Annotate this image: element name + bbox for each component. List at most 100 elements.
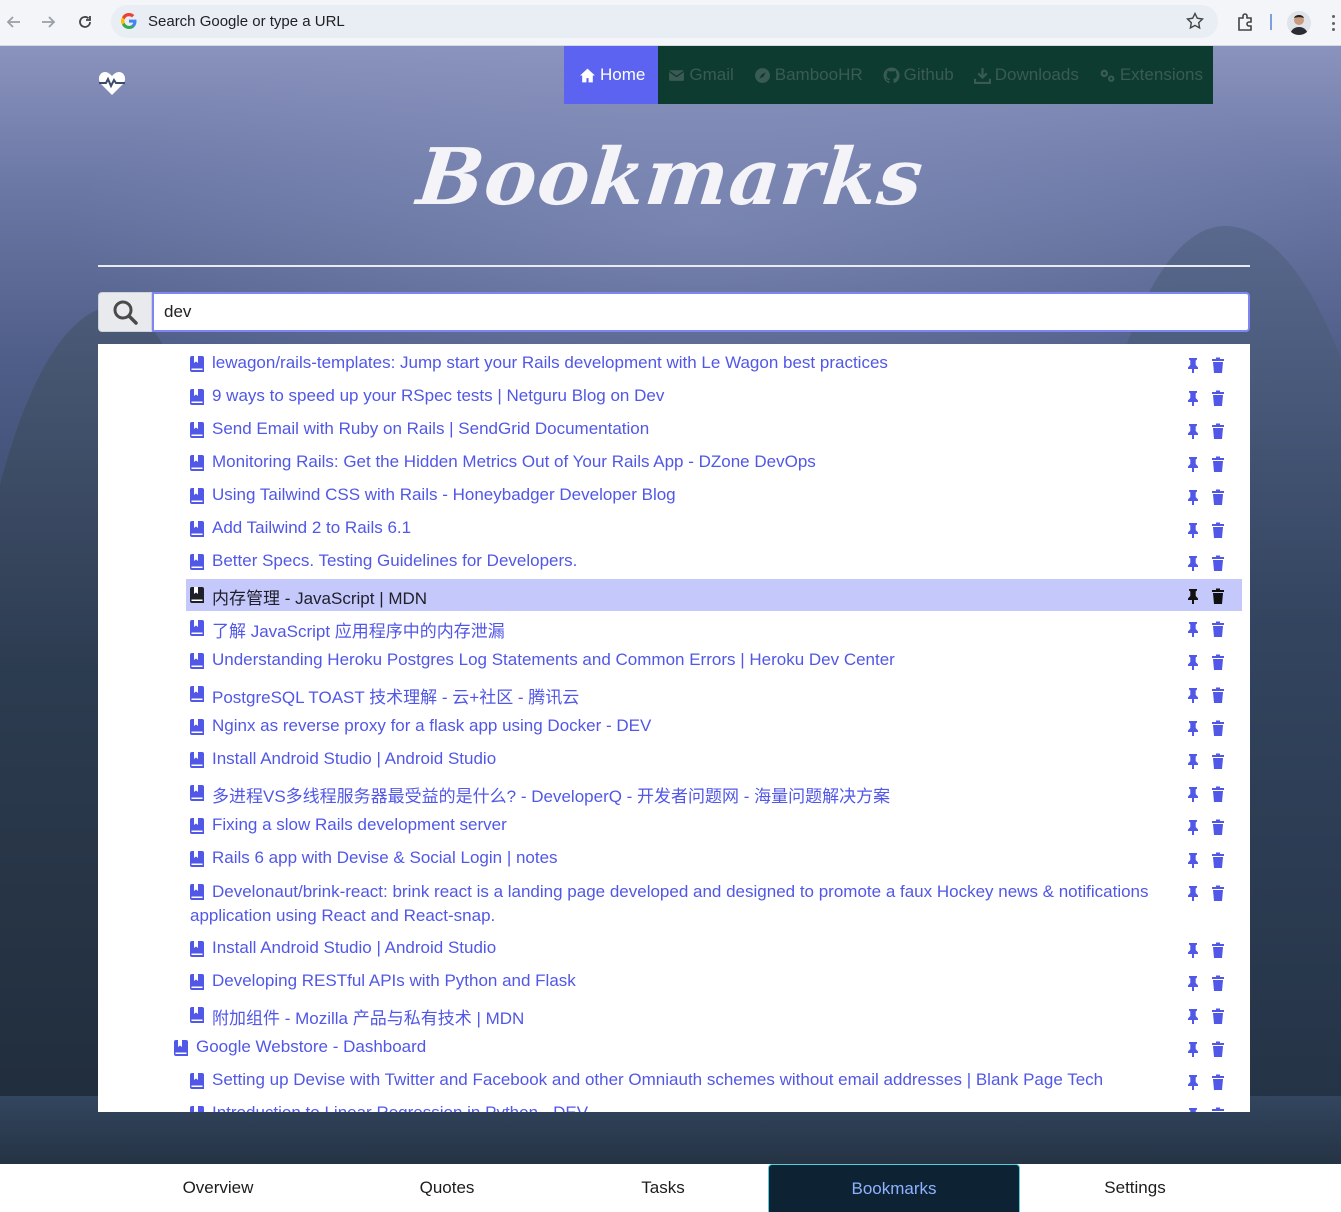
- bookmark-row[interactable]: 9 ways to speed up your RSpec tests | Ne…: [186, 381, 1242, 413]
- heartbeat-logo-icon[interactable]: [98, 70, 126, 96]
- bookmark-row[interactable]: 附加组件 - Mozilla 产品与私有技术 | MDN: [186, 999, 1242, 1031]
- trash-icon[interactable]: [1211, 819, 1225, 835]
- browser-menu-icon[interactable]: [1328, 12, 1338, 34]
- bookmark-link[interactable]: Rails 6 app with Devise & Social Login |…: [212, 848, 558, 868]
- reload-icon[interactable]: [74, 11, 96, 33]
- bookmark-row[interactable]: Understanding Heroku Postgres Log Statem…: [186, 645, 1242, 677]
- bookmark-row[interactable]: Google Webstore - Dashboard: [170, 1032, 1242, 1064]
- bookmark-link[interactable]: Send Email with Ruby on Rails | SendGrid…: [212, 419, 649, 439]
- bookmark-link[interactable]: Add Tailwind 2 to Rails 6.1: [212, 518, 411, 538]
- bookmark-row[interactable]: Using Tailwind CSS with Rails - Honeybad…: [186, 480, 1242, 512]
- bookmark-row[interactable]: Develonaut/brink-react: brink react is a…: [186, 876, 1242, 925]
- trash-icon[interactable]: [1211, 786, 1225, 802]
- tab-overview[interactable]: Overview: [118, 1164, 318, 1212]
- bookmark-star-icon[interactable]: [1186, 12, 1204, 30]
- pin-icon[interactable]: [1186, 1107, 1200, 1112]
- trash-icon[interactable]: [1211, 885, 1225, 901]
- trash-icon[interactable]: [1211, 753, 1225, 769]
- pin-icon[interactable]: [1186, 885, 1200, 901]
- pin-icon[interactable]: [1186, 720, 1200, 736]
- trash-icon[interactable]: [1211, 1041, 1225, 1057]
- bookmark-link[interactable]: Monitoring Rails: Get the Hidden Metrics…: [212, 452, 816, 472]
- tab-bookmarks[interactable]: Bookmarks: [768, 1164, 1020, 1212]
- pin-icon[interactable]: [1186, 975, 1200, 991]
- bookmark-link[interactable]: Using Tailwind CSS with Rails - Honeybad…: [212, 485, 676, 505]
- search-input[interactable]: [152, 292, 1250, 332]
- pin-icon[interactable]: [1186, 819, 1200, 835]
- pin-icon[interactable]: [1186, 357, 1200, 373]
- pin-icon[interactable]: [1186, 753, 1200, 769]
- pin-icon[interactable]: [1186, 588, 1200, 604]
- trash-icon[interactable]: [1211, 357, 1225, 373]
- trash-icon[interactable]: [1211, 489, 1225, 505]
- bookmark-link[interactable]: Understanding Heroku Postgres Log Statem…: [212, 650, 895, 670]
- bookmark-row[interactable]: 内存管理 - JavaScript | MDN: [186, 579, 1242, 611]
- nav-downloads[interactable]: Downloads: [964, 46, 1089, 104]
- bookmark-link[interactable]: Nginx as reverse proxy for a flask app u…: [212, 716, 651, 736]
- trash-icon[interactable]: [1211, 456, 1225, 472]
- bookmark-row[interactable]: Developing RESTful APIs with Python and …: [186, 966, 1242, 998]
- pin-icon[interactable]: [1186, 1074, 1200, 1090]
- bookmark-row[interactable]: lewagon/rails-templates: Jump start your…: [186, 348, 1242, 380]
- bookmark-row[interactable]: Setting up Devise with Twitter and Faceb…: [186, 1065, 1242, 1097]
- bookmark-link[interactable]: 附加组件 - Mozilla 产品与私有技术 | MDN: [212, 1004, 524, 1029]
- forward-icon[interactable]: [37, 11, 59, 33]
- bookmark-link[interactable]: Fixing a slow Rails development server: [212, 815, 507, 835]
- pin-icon[interactable]: [1186, 423, 1200, 439]
- trash-icon[interactable]: [1211, 687, 1225, 703]
- back-icon[interactable]: [3, 11, 25, 33]
- bookmark-row[interactable]: 了解 JavaScript 应用程序中的内存泄漏: [186, 612, 1242, 644]
- bookmark-row[interactable]: 多进程VS多线程服务器最受益的是什么? - DeveloperQ - 开发者问题…: [186, 777, 1242, 809]
- trash-icon[interactable]: [1211, 621, 1225, 637]
- pin-icon[interactable]: [1186, 555, 1200, 571]
- tab-settings[interactable]: Settings: [1035, 1164, 1235, 1212]
- bookmark-link[interactable]: Developing RESTful APIs with Python and …: [212, 971, 576, 991]
- bookmark-link[interactable]: Install Android Studio | Android Studio: [212, 938, 496, 958]
- bookmark-link[interactable]: Google Webstore - Dashboard: [196, 1037, 426, 1057]
- bookmark-row[interactable]: Monitoring Rails: Get the Hidden Metrics…: [186, 447, 1242, 479]
- bookmark-row[interactable]: Rails 6 app with Devise & Social Login |…: [186, 843, 1242, 875]
- pin-icon[interactable]: [1186, 522, 1200, 538]
- trash-icon[interactable]: [1211, 390, 1225, 406]
- trash-icon[interactable]: [1211, 852, 1225, 868]
- nav-home[interactable]: Home: [564, 46, 659, 104]
- bookmark-row[interactable]: Nginx as reverse proxy for a flask app u…: [186, 711, 1242, 743]
- bookmark-link[interactable]: Introduction to Linear Regression in Pyt…: [212, 1103, 588, 1112]
- trash-icon[interactable]: [1211, 942, 1225, 958]
- search-button[interactable]: [98, 292, 152, 332]
- extensions-puzzle-icon[interactable]: [1236, 12, 1256, 32]
- pin-icon[interactable]: [1186, 1008, 1200, 1024]
- bookmark-link[interactable]: 了解 JavaScript 应用程序中的内存泄漏: [212, 617, 505, 642]
- pin-icon[interactable]: [1186, 786, 1200, 802]
- trash-icon[interactable]: [1211, 522, 1225, 538]
- nav-bamboohr[interactable]: BambooHR: [744, 46, 873, 104]
- trash-icon[interactable]: [1211, 555, 1225, 571]
- bookmark-row[interactable]: PostgreSQL TOAST 技术理解 - 云+社区 - 腾讯云: [186, 678, 1242, 710]
- bookmark-link[interactable]: 9 ways to speed up your RSpec tests | Ne…: [212, 386, 664, 406]
- bookmark-row[interactable]: Send Email with Ruby on Rails | SendGrid…: [186, 414, 1242, 446]
- pin-icon[interactable]: [1186, 654, 1200, 670]
- nav-extensions[interactable]: Extensions: [1089, 46, 1213, 104]
- pin-icon[interactable]: [1186, 489, 1200, 505]
- bookmark-link[interactable]: Setting up Devise with Twitter and Faceb…: [212, 1070, 1103, 1090]
- trash-icon[interactable]: [1211, 720, 1225, 736]
- bookmark-link[interactable]: Install Android Studio | Android Studio: [212, 749, 496, 769]
- tab-quotes[interactable]: Quotes: [347, 1164, 547, 1212]
- bookmark-row[interactable]: Better Specs. Testing Guidelines for Dev…: [186, 546, 1242, 578]
- pin-icon[interactable]: [1186, 687, 1200, 703]
- omnibox[interactable]: Search Google or type a URL: [111, 5, 1218, 38]
- bookmark-row[interactable]: Install Android Studio | Android Studio: [186, 933, 1242, 965]
- trash-icon[interactable]: [1211, 975, 1225, 991]
- pin-icon[interactable]: [1186, 1041, 1200, 1057]
- nav-gmail[interactable]: Gmail: [658, 46, 743, 104]
- bookmark-link[interactable]: Develonaut/brink-react: brink react is a…: [190, 880, 1220, 928]
- bookmark-link[interactable]: lewagon/rails-templates: Jump start your…: [212, 353, 888, 373]
- bookmark-link[interactable]: Better Specs. Testing Guidelines for Dev…: [212, 551, 577, 571]
- trash-icon[interactable]: [1211, 654, 1225, 670]
- trash-icon[interactable]: [1211, 1107, 1225, 1112]
- bookmark-row[interactable]: Add Tailwind 2 to Rails 6.1: [186, 513, 1242, 545]
- tab-tasks[interactable]: Tasks: [563, 1164, 763, 1212]
- profile-avatar[interactable]: [1287, 11, 1311, 35]
- nav-github[interactable]: Github: [873, 46, 964, 104]
- pin-icon[interactable]: [1186, 456, 1200, 472]
